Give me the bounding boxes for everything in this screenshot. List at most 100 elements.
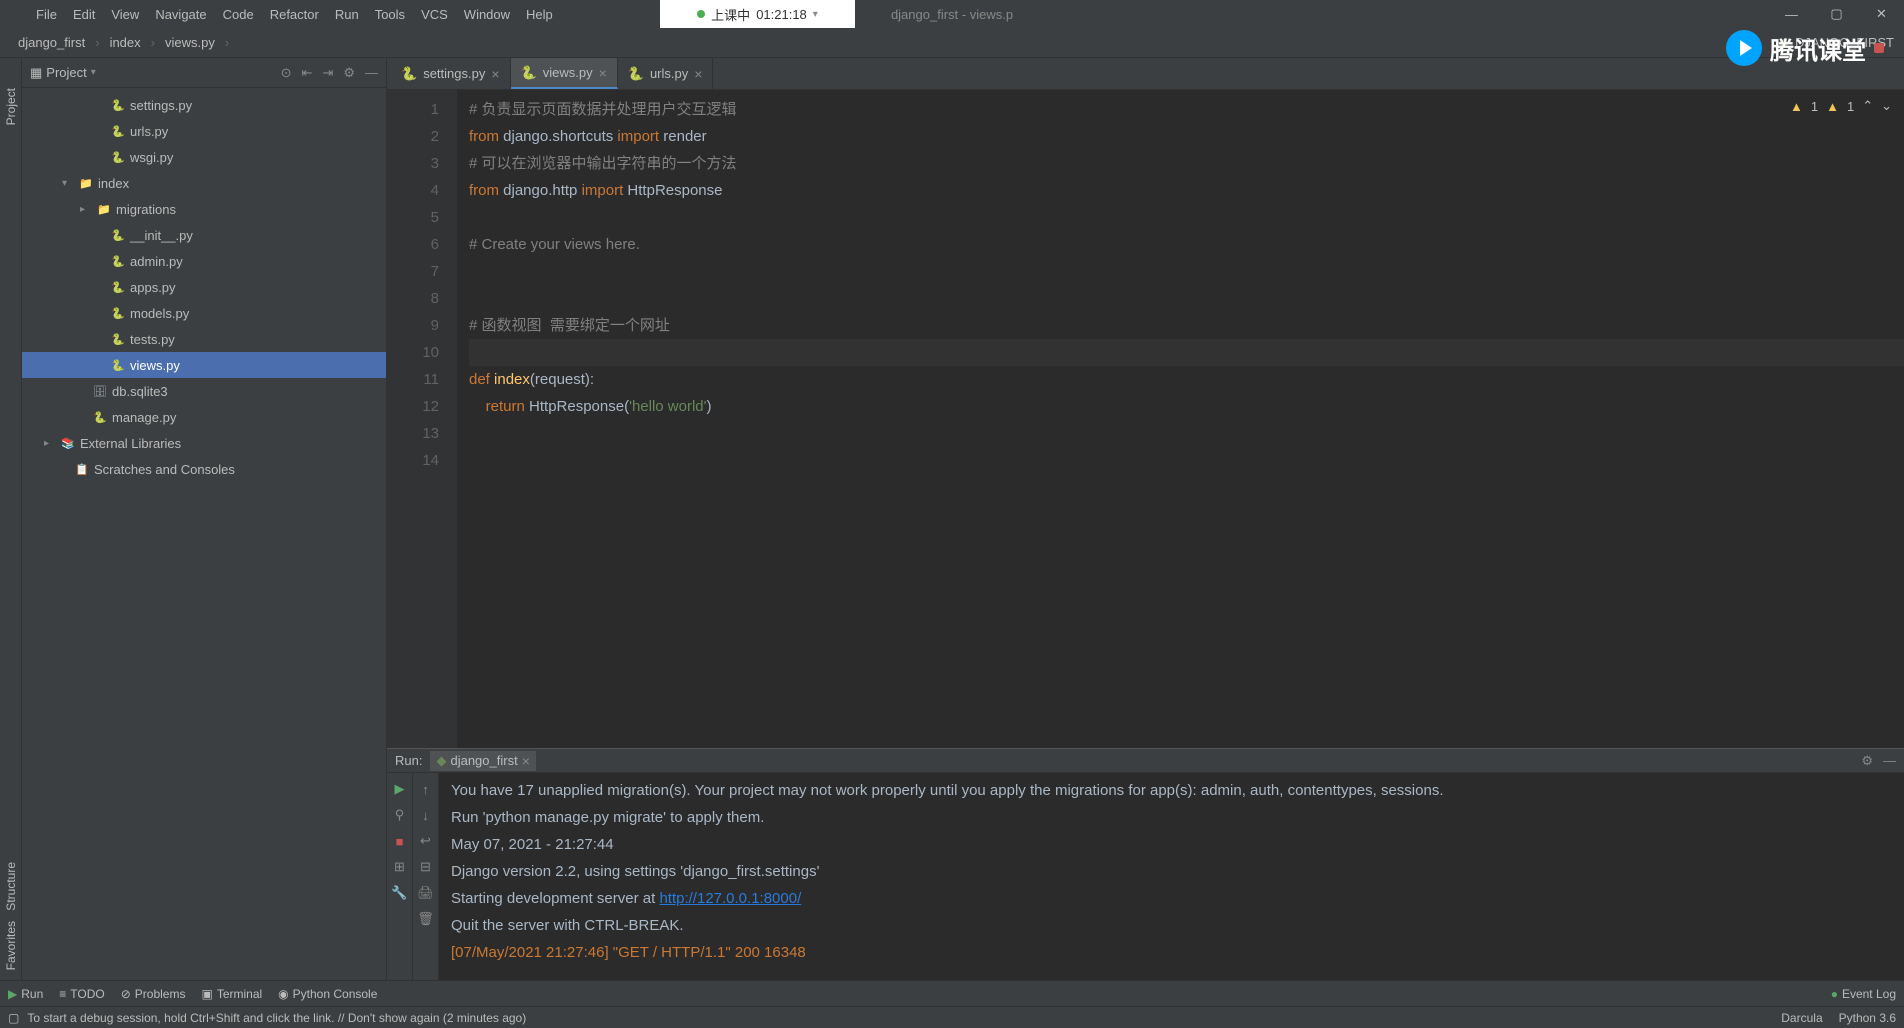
chevron-down-icon[interactable]: ▾ (813, 9, 818, 20)
tree-item[interactable]: 🐍views.py (22, 352, 386, 378)
soft-wrap-button[interactable]: ↩ (416, 831, 436, 851)
recording-indicator[interactable]: 上课中 01:21:18 ▾ (660, 0, 855, 28)
theme-indicator[interactable]: Darcula (1781, 1011, 1822, 1025)
gear-icon[interactable]: ⚙ (1861, 753, 1873, 769)
code-line[interactable] (469, 258, 1904, 285)
expand-icon[interactable]: ⇥ (322, 65, 333, 81)
editor-tab[interactable]: 🐍urls.py× (618, 58, 714, 89)
code-line[interactable]: return HttpResponse('hello world') (469, 393, 1904, 420)
close-icon[interactable]: × (599, 65, 607, 81)
layout-button[interactable]: ⊞ (390, 857, 410, 877)
tree-item[interactable]: 🐍urls.py (22, 118, 386, 144)
breadcrumb-item[interactable]: views.py (159, 33, 221, 52)
tree-item[interactable]: 🐍wsgi.py (22, 144, 386, 170)
tree-item[interactable]: ▸📁migrations (22, 196, 386, 222)
tree-item[interactable]: 🐍settings.py (22, 92, 386, 118)
editor-body[interactable]: 1234567891011121314 # 负责显示页面数据并处理用户交互逻辑f… (387, 90, 1904, 748)
favorites-tool-button[interactable]: Favorites (4, 921, 18, 970)
close-icon[interactable]: × (522, 753, 530, 769)
tree-item[interactable]: 🐍admin.py (22, 248, 386, 274)
left-tool-strip: Project Structure Favorites (0, 58, 22, 980)
tree-label: tests.py (130, 332, 175, 347)
breadcrumb-item[interactable]: index (104, 33, 147, 52)
breadcrumb-item[interactable]: django_first (12, 33, 91, 52)
down-button[interactable]: ↓ (416, 805, 436, 825)
error-icon: ▲ (1790, 99, 1803, 114)
tree-item[interactable]: ▸📚External Libraries (22, 430, 386, 456)
target-icon[interactable]: ⊙ (281, 65, 292, 81)
code-line[interactable]: from django.http import HttpResponse (469, 177, 1904, 204)
menu-run[interactable]: Run (327, 3, 367, 26)
menu-edit[interactable]: Edit (65, 3, 103, 26)
project-tool-button[interactable]: Project (4, 88, 18, 125)
hide-icon[interactable]: — (365, 65, 378, 81)
structure-tool-button[interactable]: Structure (4, 862, 18, 911)
attach-button[interactable]: ⚲ (390, 805, 410, 825)
print-button[interactable]: 🖨 (416, 883, 436, 903)
menu-file[interactable]: File (28, 3, 65, 26)
python-console-tool-button[interactable]: ◉Python Console (278, 987, 377, 1001)
chevron-up-icon[interactable]: ⌃ (1862, 98, 1873, 114)
tree-label: urls.py (130, 124, 168, 139)
menu-code[interactable]: Code (215, 3, 262, 26)
menu-help[interactable]: Help (518, 3, 561, 26)
code-line[interactable]: # Create your views here. (469, 231, 1904, 258)
run-tab[interactable]: ◆ django_first × (430, 751, 535, 771)
tree-item[interactable]: 📋Scratches and Consoles (22, 456, 386, 482)
menu-window[interactable]: Window (456, 3, 518, 26)
up-button[interactable]: ↑ (416, 779, 436, 799)
stop-button[interactable]: ■ (390, 831, 410, 851)
minimize-button[interactable]: — (1769, 0, 1814, 28)
code-line[interactable]: # 负责显示页面数据并处理用户交互逻辑 (469, 96, 1904, 123)
tree-item[interactable]: 🐍models.py (22, 300, 386, 326)
code-line[interactable]: # 函数视图 需要绑定一个网址 (469, 312, 1904, 339)
tree-item[interactable]: 🐍tests.py (22, 326, 386, 352)
code-line[interactable] (469, 285, 1904, 312)
menu-navigate[interactable]: Navigate (147, 3, 214, 26)
close-button[interactable]: ✕ (1859, 0, 1904, 28)
menu-refactor[interactable]: Refactor (262, 3, 327, 26)
status-icon[interactable]: ▢ (8, 1011, 19, 1025)
python-version-indicator[interactable]: Python 3.6 (1839, 1011, 1896, 1025)
tree-item[interactable]: 🐍__init__.py (22, 222, 386, 248)
inspections-widget[interactable]: ▲1 ▲1 ⌃ ⌄ (1790, 98, 1892, 114)
server-url-link[interactable]: http://127.0.0.1:8000/ (659, 890, 801, 907)
code-line[interactable] (469, 420, 1904, 447)
run-tool-button[interactable]: ▶Run (8, 987, 43, 1001)
tree-item[interactable]: 🐍manage.py (22, 404, 386, 430)
console-output[interactable]: You have 17 unapplied migration(s). Your… (439, 773, 1904, 980)
tree-item[interactable]: 🐍apps.py (22, 274, 386, 300)
maximize-button[interactable]: ▢ (1814, 0, 1859, 28)
terminal-tool-button[interactable]: ▣Terminal (201, 987, 262, 1001)
code-line[interactable]: def index(request): (469, 366, 1904, 393)
code-area[interactable]: # 负责显示页面数据并处理用户交互逻辑from django.shortcuts… (457, 90, 1904, 748)
menu-view[interactable]: View (103, 3, 147, 26)
menu-vcs[interactable]: VCS (413, 3, 456, 26)
chevron-down-icon[interactable]: ⌄ (1881, 98, 1892, 114)
todo-tool-button[interactable]: ≡TODO (59, 987, 104, 1001)
scroll-button[interactable]: ⊟ (416, 857, 436, 877)
menu-tools[interactable]: Tools (367, 3, 413, 26)
tree-item[interactable]: 🗄db.sqlite3 (22, 378, 386, 404)
panel-title[interactable]: ▦ Project ▾ (30, 65, 96, 81)
chevron-right-icon: › (225, 35, 229, 50)
rerun-button[interactable]: ▶ (390, 779, 410, 799)
event-log-button[interactable]: ●Event Log (1831, 987, 1896, 1001)
wrench-icon[interactable]: 🔧 (390, 883, 410, 903)
code-line[interactable] (469, 204, 1904, 231)
trash-icon[interactable]: 🗑 (416, 909, 436, 929)
code-line[interactable]: # 可以在浏览器中输出字符串的一个方法 (469, 150, 1904, 177)
problems-tool-button[interactable]: ⊘Problems (121, 987, 186, 1001)
editor-tab[interactable]: 🐍settings.py× (391, 58, 511, 89)
close-icon[interactable]: × (694, 66, 702, 82)
gear-icon[interactable]: ⚙ (343, 65, 355, 81)
editor-tab[interactable]: 🐍views.py× (511, 58, 618, 89)
code-line[interactable]: from django.shortcuts import render (469, 123, 1904, 150)
collapse-icon[interactable]: ⇤ (302, 65, 313, 81)
hide-icon[interactable]: — (1883, 753, 1896, 769)
tree-item[interactable]: ▾📁index (22, 170, 386, 196)
code-line[interactable] (469, 339, 1904, 366)
close-icon[interactable]: × (491, 66, 499, 82)
project-tree[interactable]: 🐍settings.py🐍urls.py🐍wsgi.py▾📁index▸📁mig… (22, 88, 386, 980)
code-line[interactable] (469, 447, 1904, 474)
